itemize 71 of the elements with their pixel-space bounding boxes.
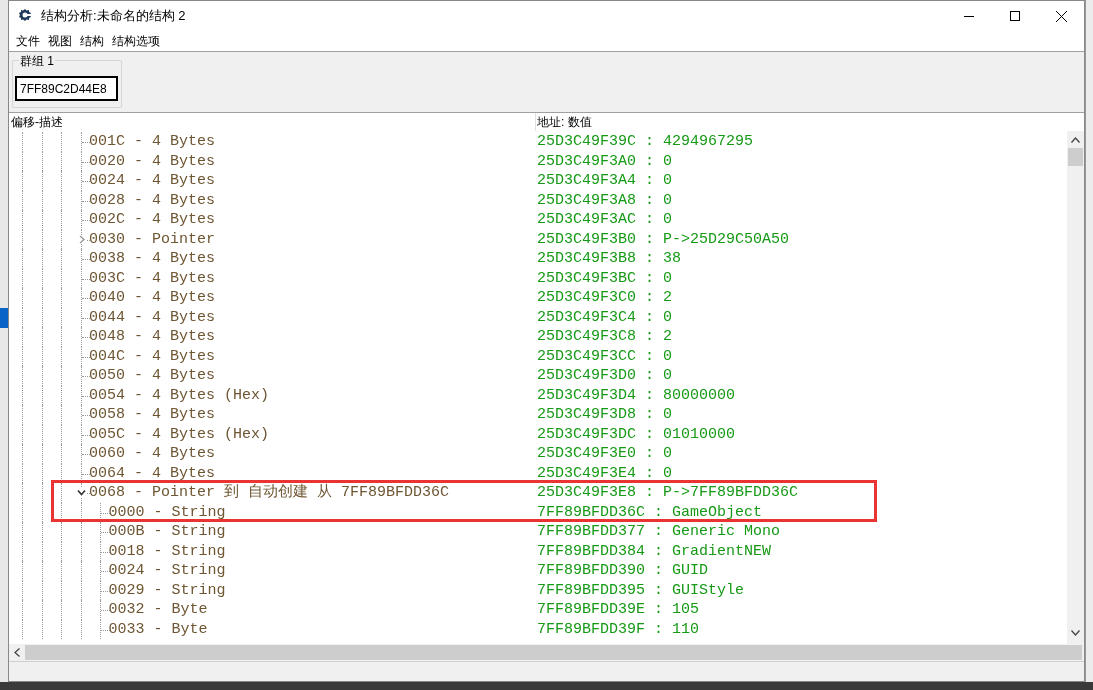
address-value[interactable]: 25D3C49F3E4 : 0 bbox=[536, 463, 673, 483]
offset-description[interactable]: 0018 - String bbox=[108, 541, 226, 561]
address-value[interactable]: 25D3C49F3A8 : 0 bbox=[536, 190, 673, 210]
group-label: 群组 1 bbox=[19, 52, 55, 70]
offset-description[interactable]: 0030 - Pointer bbox=[89, 229, 216, 249]
menu-item[interactable]: 视图 bbox=[44, 32, 76, 50]
address-value[interactable]: 25D3C49F3BC : 0 bbox=[536, 268, 673, 288]
address-value[interactable]: 25D3C49F3A0 : 0 bbox=[536, 151, 673, 171]
offset-description[interactable]: 0038 - 4 Bytes bbox=[89, 249, 216, 269]
address-value[interactable]: 25D3C49F3DC : 01010000 bbox=[536, 424, 736, 444]
address-field[interactable]: 7FF89C2D44E8 bbox=[15, 76, 118, 101]
address-value[interactable]: 7FF89BFDD390 : GUID bbox=[536, 561, 709, 581]
vertical-scrollbar[interactable] bbox=[1067, 131, 1084, 644]
address-value[interactable]: 25D3C49F3D0 : 0 bbox=[536, 366, 673, 386]
chevron-down-icon[interactable] bbox=[76, 488, 86, 497]
menu-item[interactable]: 结构 bbox=[76, 32, 108, 50]
offset-description[interactable]: 0028 - 4 Bytes bbox=[89, 190, 216, 210]
address-value[interactable]: 25D3C49F3B0 : P->25D29C50A50 bbox=[536, 229, 790, 249]
offset-description[interactable]: 0048 - 4 Bytes bbox=[89, 327, 216, 347]
offset-description[interactable]: 0000 - String bbox=[108, 502, 226, 522]
scroll-left-icon[interactable] bbox=[14, 648, 20, 657]
offset-description[interactable]: 005C - 4 Bytes (Hex) bbox=[89, 424, 270, 444]
address-value[interactable]: 25D3C49F3A4 : 0 bbox=[536, 171, 673, 191]
chevron-right-icon[interactable] bbox=[76, 234, 86, 244]
address-value[interactable]: 25D3C49F3E8 : P->7FF89BFDD36C bbox=[536, 483, 799, 503]
menu-item[interactable]: 文件 bbox=[12, 32, 44, 50]
address-value[interactable]: 25D3C49F3D8 : 0 bbox=[536, 405, 673, 425]
offset-description[interactable]: 002C - 4 Bytes bbox=[89, 210, 216, 230]
offset-description[interactable]: 0032 - Byte bbox=[108, 600, 208, 620]
address-value[interactable]: 7FF89BFDD39E : 105 bbox=[536, 600, 700, 620]
address-value[interactable]: 25D3C49F3E0 : 0 bbox=[536, 444, 673, 464]
offset-description[interactable]: 0040 - 4 Bytes bbox=[89, 288, 216, 308]
address-value[interactable]: 25D3C49F3B8 : 38 bbox=[536, 249, 682, 269]
offset-description[interactable]: 0020 - 4 Bytes bbox=[89, 151, 216, 171]
offset-description[interactable]: 001C - 4 Bytes bbox=[89, 132, 216, 152]
address-value[interactable]: 25D3C49F3C8 : 2 bbox=[536, 327, 673, 347]
address-value[interactable]: 25D3C49F3AC : 0 bbox=[536, 210, 673, 230]
address-value[interactable]: 25D3C49F3C0 : 2 bbox=[536, 288, 673, 308]
menu-item[interactable]: 结构选项 bbox=[108, 32, 164, 50]
offset-description[interactable]: 0029 - String bbox=[108, 580, 226, 600]
offset-description[interactable]: 0058 - 4 Bytes bbox=[89, 405, 216, 425]
gear-icon bbox=[17, 8, 33, 24]
address-value[interactable]: 25D3C49F3CC : 0 bbox=[536, 346, 673, 366]
window-title: 结构分析:未命名的结构 2 bbox=[41, 7, 186, 26]
address-value[interactable]: 7FF89BFDD395 : GUIStyle bbox=[536, 580, 745, 600]
offset-description[interactable]: 0064 - 4 Bytes bbox=[89, 463, 216, 483]
address-value[interactable]: 7FF89BFDD36C : GameObject bbox=[536, 502, 763, 522]
offset-description[interactable]: 0024 - 4 Bytes bbox=[89, 171, 216, 191]
maximize-icon bbox=[1010, 11, 1020, 21]
offset-description[interactable]: 004C - 4 Bytes bbox=[89, 346, 216, 366]
scrollbar-thumb[interactable] bbox=[1068, 148, 1083, 166]
address-value[interactable]: 7FF89BFDD39F : 110 bbox=[536, 619, 700, 639]
address-value[interactable]: 25D3C49F3D4 : 80000000 bbox=[536, 385, 736, 405]
offset-description[interactable]: 0060 - 4 Bytes bbox=[89, 444, 216, 464]
address-value[interactable]: 7FF89BFDD377 : Generic Mono bbox=[536, 522, 781, 542]
offset-description[interactable]: 0068 - Pointer 到 自动创建 从 7FF89BFDD36C bbox=[89, 483, 450, 503]
offset-description[interactable]: 0024 - String bbox=[108, 561, 226, 581]
address-value[interactable]: 7FF89BFDD384 : GradientNEW bbox=[536, 541, 772, 561]
address-value[interactable]: 25D3C49F3C4 : 0 bbox=[536, 307, 673, 327]
offset-description[interactable]: 0054 - 4 Bytes (Hex) bbox=[89, 385, 270, 405]
offset-description[interactable]: 0033 - Byte bbox=[108, 619, 208, 639]
offset-description[interactable]: 0044 - 4 Bytes bbox=[89, 307, 216, 327]
column-header[interactable]: 地址: 数值 bbox=[536, 113, 1084, 131]
scroll-down-icon[interactable] bbox=[1071, 630, 1080, 636]
offset-description[interactable]: 000B - String bbox=[108, 522, 226, 542]
close-icon bbox=[1055, 10, 1067, 22]
address-value[interactable]: 25D3C49F39C : 4294967295 bbox=[536, 132, 754, 152]
offset-description[interactable]: 0050 - 4 Bytes bbox=[89, 366, 216, 386]
scroll-up-icon[interactable] bbox=[1071, 137, 1080, 143]
offset-description[interactable]: 003C - 4 Bytes bbox=[89, 268, 216, 288]
column-header[interactable]: 偏移-描述 bbox=[9, 113, 536, 131]
